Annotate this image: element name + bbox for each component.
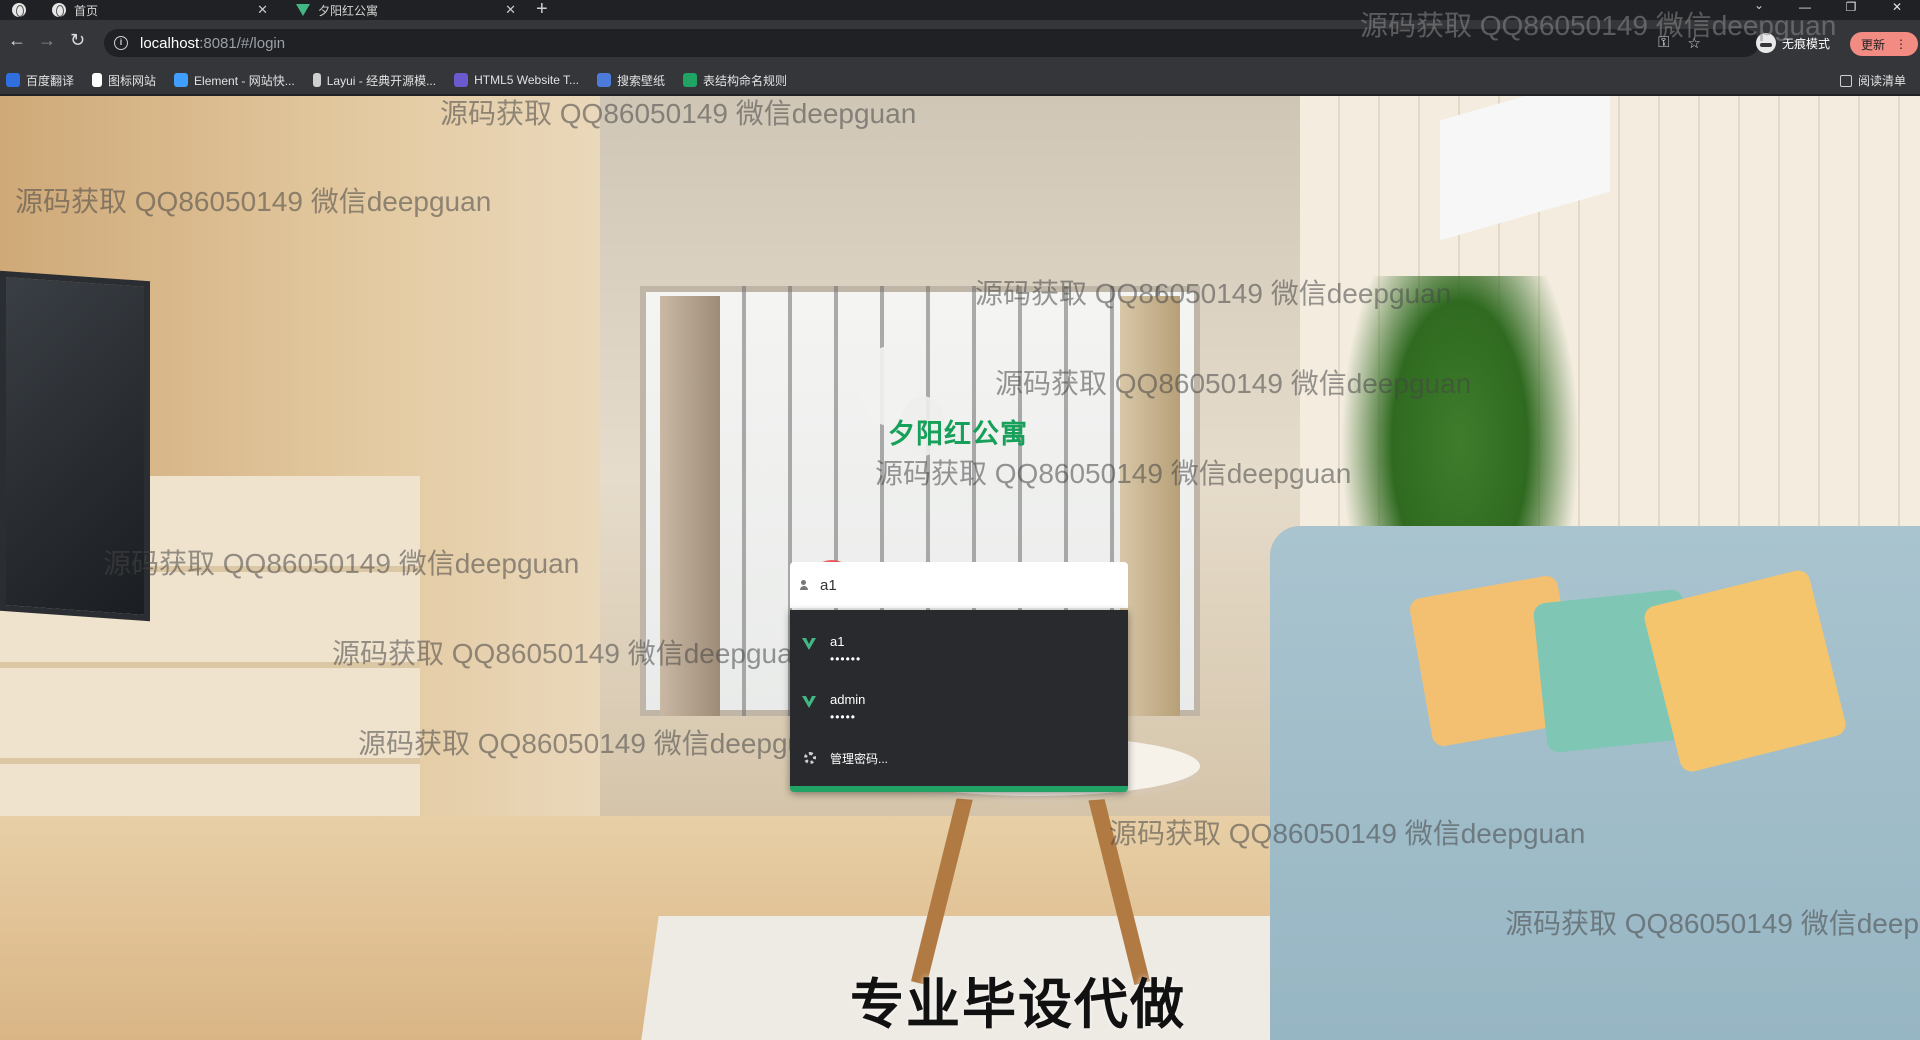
reading-list-icon — [1839, 74, 1852, 87]
bookmark-star-icon[interactable]: ☆ — [1688, 34, 1701, 52]
close-window-button[interactable]: ✕ — [1874, 0, 1920, 20]
site-info-icon[interactable]: i — [114, 36, 128, 50]
browser-toolbar: ← → ↻ i localhost:8081/#/login ⚿ ☆ 无痕模式 … — [0, 20, 1920, 72]
username-input[interactable]: a1 — [820, 577, 837, 594]
close-icon[interactable]: ✕ — [257, 2, 268, 18]
profile-label: 无痕模式 — [1782, 36, 1831, 51]
background-tv — [0, 270, 150, 622]
globe-icon — [52, 3, 66, 17]
address-bar-actions: ⚿ ☆ — [1658, 34, 1701, 52]
bookmark-item[interactable]: 百度翻译 — [6, 72, 74, 89]
tab-apartment-title: 夕阳红公寓 — [318, 3, 379, 18]
bookmark-label: 搜索壁纸 — [617, 73, 666, 88]
back-button[interactable]: ← — [8, 30, 26, 51]
autofill-suggestion[interactable]: a1 •••••• — [790, 616, 1128, 674]
flag-icon — [92, 73, 103, 87]
autofill-dropdown: a1 •••••• admin ••••• 管理密码... — [790, 610, 1128, 792]
suggestion-username: admin — [830, 692, 866, 707]
element-icon — [174, 73, 189, 87]
address-bar[interactable]: i localhost:8081/#/login ⚿ ☆ — [104, 29, 1759, 57]
bookmark-label: Layui - 经典开源模... — [326, 73, 437, 88]
key-icon[interactable]: ⚿ — [1658, 34, 1669, 52]
bookmark-label: HTML5 Website T... — [474, 73, 580, 87]
tab-bar: 首页 ✕ 夕阳红公寓 ✕ + ⌄ — ❐ ✕ — [0, 0, 1920, 20]
suggestion-password: •••••• — [830, 652, 862, 666]
html5-icon — [454, 73, 469, 87]
vue-logo-icon — [296, 4, 310, 16]
new-tab-button[interactable]: + — [536, 0, 548, 21]
wallpaper-icon — [597, 73, 612, 87]
more-menu-icon[interactable]: ⋮ — [1895, 37, 1907, 51]
page-title: 夕阳红公寓 — [888, 419, 1028, 450]
gear-icon — [804, 752, 816, 764]
vue-logo-icon — [802, 638, 816, 650]
forward-button[interactable]: → — [38, 30, 56, 51]
profile-indicator[interactable]: 无痕模式 — [1756, 33, 1830, 53]
reading-list-label: 阅读清单 — [1857, 74, 1906, 88]
bookmark-item[interactable]: 搜索壁纸 — [597, 72, 665, 89]
window-controls: — ❐ ✕ — [1782, 0, 1920, 20]
login-page: 源码获取 QQ86050149 微信deepguan 源码获取 QQ860501… — [0, 96, 1920, 1040]
reading-list-button[interactable]: 阅读清单 — [1839, 72, 1906, 89]
vue-logo-icon — [802, 696, 816, 708]
bookmark-item[interactable]: 表结构命名规则 — [683, 72, 787, 89]
tab-home-title: 首页 — [74, 3, 99, 18]
bookmark-label: 图标网站 — [108, 73, 157, 88]
bookmark-item[interactable]: Layui - 经典开源模... — [312, 72, 437, 89]
suggestion-username: a1 — [830, 634, 845, 649]
user-icon — [800, 580, 808, 590]
url-host: localhost — [140, 34, 200, 52]
bookmark-item[interactable]: 图标网站 — [92, 72, 156, 89]
caption-text: 专业毕设代做 — [850, 973, 1186, 1036]
autofill-suggestion[interactable]: admin ••••• — [790, 674, 1128, 732]
bookmark-label: 百度翻译 — [26, 73, 75, 88]
update-button[interactable]: 更新 ⋮ — [1850, 32, 1918, 56]
manage-passwords-label: 管理密码... — [830, 751, 889, 766]
manage-passwords-button[interactable]: 管理密码... — [790, 740, 1128, 776]
update-label: 更新 — [1860, 37, 1885, 52]
translate-icon — [6, 73, 20, 87]
background-curtain — [660, 296, 720, 716]
incognito-icon — [1756, 33, 1776, 53]
suggestion-password: ••••• — [830, 710, 857, 724]
bookmark-label: Element - 网站快... — [194, 73, 295, 88]
tab-home[interactable]: 首页 ✕ — [36, 0, 276, 20]
restore-button[interactable]: ❐ — [1828, 0, 1874, 20]
reload-button[interactable]: ↻ — [70, 30, 85, 51]
bookmark-item[interactable]: HTML5 Website T... — [454, 73, 579, 87]
username-field[interactable]: a1 — [790, 562, 1128, 608]
bookmark-label: 表结构命名规则 — [703, 73, 788, 88]
tab-apartment[interactable]: 夕阳红公寓 ✕ — [284, 0, 524, 20]
bookmarks-bar: 百度翻译 图标网站 Element - 网站快... Layui - 经典开源模… — [0, 66, 1920, 94]
tab-search-button[interactable]: ⌄ — [1754, 0, 1764, 12]
sheet-icon — [683, 73, 698, 87]
layui-icon — [312, 73, 321, 87]
minimize-button[interactable]: — — [1782, 0, 1828, 20]
background-curtain — [1120, 296, 1180, 716]
close-icon[interactable]: ✕ — [505, 2, 516, 18]
url-path: :8081/#/login — [199, 34, 286, 52]
bookmark-item[interactable]: Element - 网站快... — [174, 72, 295, 89]
